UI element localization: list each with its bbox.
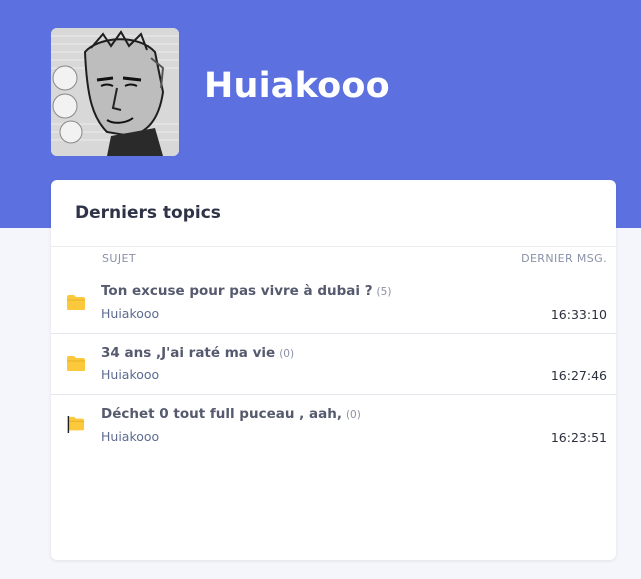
folder-icon	[67, 356, 85, 371]
column-header-last-message: DERNIER MSG.	[521, 252, 607, 265]
topic-reply-count: (5)	[376, 286, 392, 298]
topic-last-message-time[interactable]: 16:23:51	[551, 430, 607, 445]
topic-row[interactable]: Déchet 0 tout full puceau , aah, (0) Huia…	[51, 395, 616, 456]
avatar-image	[51, 28, 179, 156]
card-header-divider	[51, 246, 616, 247]
topic-reply-count: (0)	[279, 348, 295, 360]
topic-row[interactable]: 34 ans ,J'ai raté ma vie (0) Huiakooo 16:…	[51, 334, 616, 395]
latest-topics-card: Derniers topics SUJET DERNIER MSG. Ton e…	[51, 180, 616, 560]
topic-title[interactable]: Ton excuse pour pas vivre à dubai ? (5)	[101, 283, 391, 299]
topic-row[interactable]: Ton excuse pour pas vivre à dubai ? (5) H…	[51, 272, 616, 333]
profile-username: Huiakooo	[204, 66, 390, 106]
topic-title-text[interactable]: Ton excuse pour pas vivre à dubai ?	[101, 283, 373, 299]
topic-author[interactable]: Huiakooo	[101, 306, 159, 321]
topic-last-message-time[interactable]: 16:27:46	[551, 368, 607, 383]
card-title: Derniers topics	[75, 203, 221, 223]
folder-icon	[67, 295, 85, 310]
topic-title[interactable]: 34 ans ,J'ai raté ma vie (0)	[101, 345, 294, 361]
topic-reply-count: (0)	[345, 409, 361, 421]
topic-title-text[interactable]: 34 ans ,J'ai raté ma vie	[101, 345, 275, 361]
topic-title-text[interactable]: Déchet 0 tout full puceau , aah,	[101, 406, 342, 422]
topic-author[interactable]: Huiakooo	[101, 429, 159, 444]
topic-author[interactable]: Huiakooo	[101, 367, 159, 382]
topic-title[interactable]: Déchet 0 tout full puceau , aah, (0)	[101, 406, 361, 422]
folder-pinned-icon	[67, 416, 85, 433]
column-header-subject: SUJET	[102, 252, 136, 265]
topic-last-message-time[interactable]: 16:33:10	[551, 307, 607, 322]
avatar[interactable]	[51, 28, 179, 156]
